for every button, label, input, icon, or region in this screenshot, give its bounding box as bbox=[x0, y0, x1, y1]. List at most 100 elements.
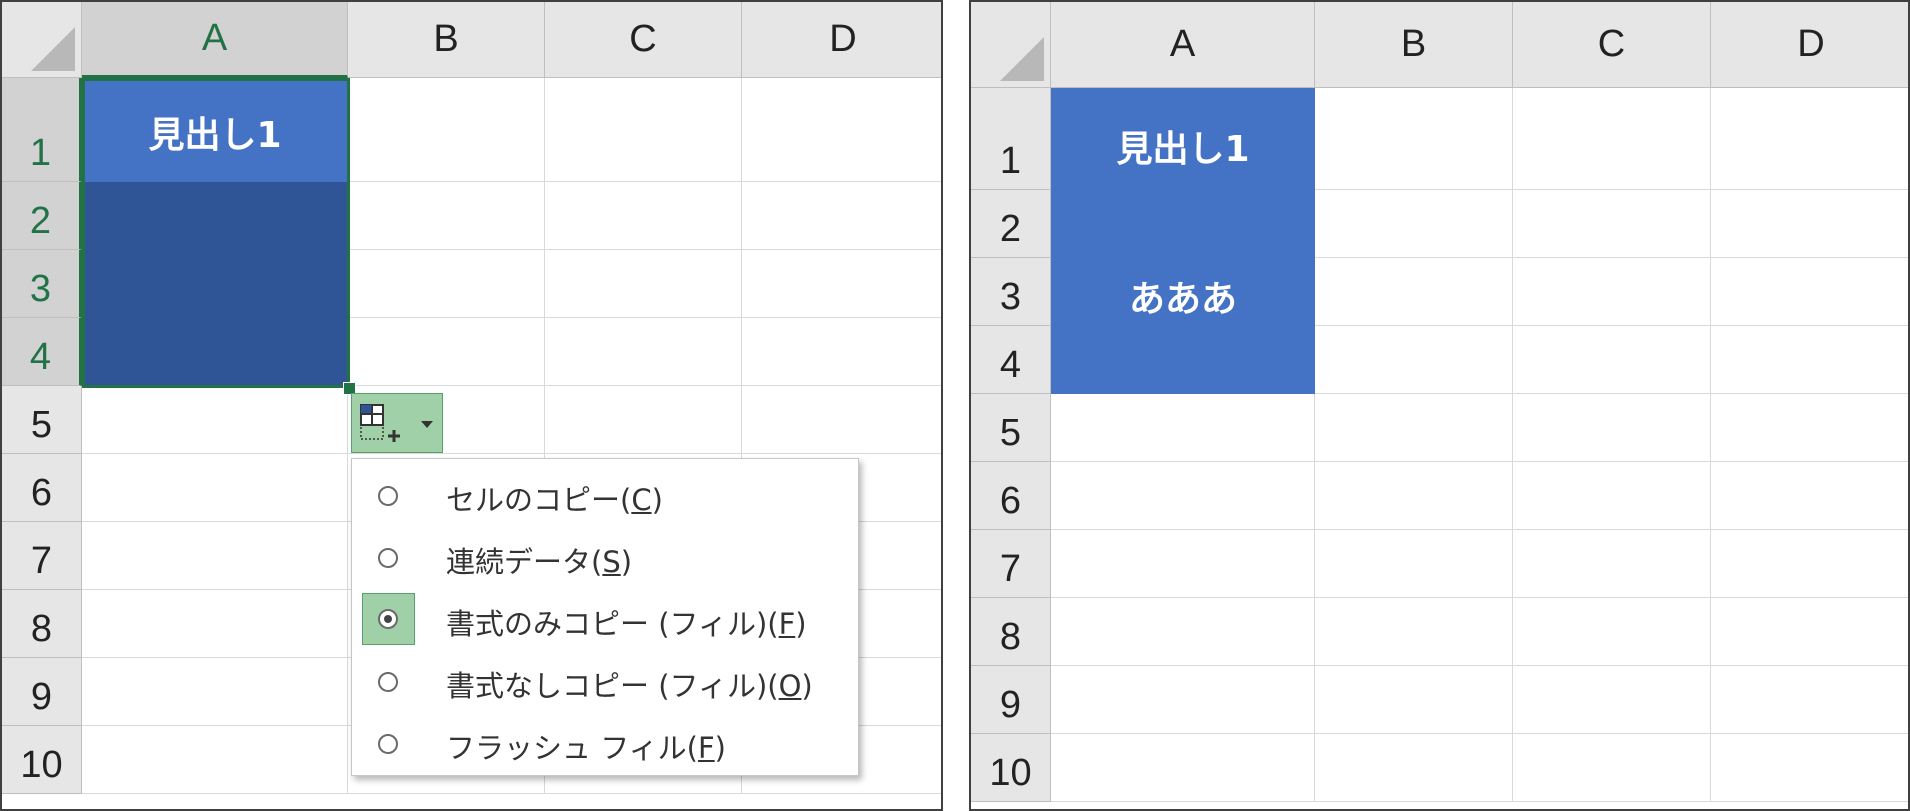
cell-d5[interactable] bbox=[1711, 394, 1908, 462]
radio-fill-without-formatting[interactable] bbox=[378, 672, 398, 692]
menu-item-copy-cells[interactable]: セルのコピー(C) bbox=[352, 469, 858, 521]
cell-d9[interactable] bbox=[1711, 666, 1908, 734]
cell-a8[interactable] bbox=[82, 590, 348, 658]
row-header-7[interactable]: 7 bbox=[971, 530, 1051, 598]
cell-b5[interactable] bbox=[1315, 394, 1513, 462]
cell-b10[interactable] bbox=[1315, 734, 1513, 802]
radio-fill-series[interactable] bbox=[378, 548, 398, 568]
cell-b3[interactable] bbox=[348, 250, 545, 318]
cell-c3[interactable] bbox=[1513, 258, 1711, 326]
cell-b7[interactable] bbox=[1315, 530, 1513, 598]
cell-c8[interactable] bbox=[1513, 598, 1711, 666]
cell-d8[interactable] bbox=[1711, 598, 1908, 666]
cell-b1[interactable] bbox=[1315, 88, 1513, 190]
row-header-10[interactable]: 10 bbox=[2, 726, 82, 794]
cell-b9[interactable] bbox=[1315, 666, 1513, 734]
row-header-5[interactable]: 5 bbox=[2, 386, 82, 454]
cell-a8[interactable] bbox=[1051, 598, 1315, 666]
radio-copy-cells[interactable] bbox=[378, 486, 398, 506]
cell-a5[interactable] bbox=[82, 386, 348, 454]
cell-d1[interactable] bbox=[742, 78, 941, 182]
row-header-5[interactable]: 5 bbox=[971, 394, 1051, 462]
select-all-corner[interactable] bbox=[971, 2, 1051, 88]
cell-b4[interactable] bbox=[1315, 326, 1513, 394]
menu-item-flash-fill[interactable]: フラッシュ フィル(F) bbox=[352, 717, 858, 769]
cell-c3[interactable] bbox=[545, 250, 742, 318]
cell-a10[interactable] bbox=[82, 726, 348, 794]
cell-a2-a4[interactable] bbox=[82, 182, 348, 386]
row-header-1[interactable]: 1 bbox=[2, 78, 82, 182]
cell-a9[interactable] bbox=[82, 658, 348, 726]
row-header-9[interactable]: 9 bbox=[2, 658, 82, 726]
cell-d7[interactable] bbox=[1711, 530, 1908, 598]
cell-a5[interactable] bbox=[1051, 394, 1315, 462]
cell-b1[interactable] bbox=[348, 78, 545, 182]
menu-item-fill-without-formatting[interactable]: 書式なしコピー (フィル)(O) bbox=[352, 655, 858, 707]
row-header-8[interactable]: 8 bbox=[971, 598, 1051, 666]
cell-c2[interactable] bbox=[1513, 190, 1711, 258]
row-header-3[interactable]: 3 bbox=[971, 258, 1051, 326]
cell-a6[interactable] bbox=[82, 454, 348, 522]
column-header-b[interactable]: B bbox=[348, 2, 545, 78]
cell-d3[interactable] bbox=[1711, 258, 1908, 326]
cell-a1[interactable]: 見出し1 bbox=[82, 78, 348, 182]
row-header-1[interactable]: 1 bbox=[971, 88, 1051, 190]
cell-d5[interactable] bbox=[742, 386, 941, 454]
cell-c6[interactable] bbox=[1513, 462, 1711, 530]
cell-d4[interactable] bbox=[1711, 326, 1908, 394]
cell-a10[interactable] bbox=[1051, 734, 1315, 802]
cell-b3[interactable] bbox=[1315, 258, 1513, 326]
cell-d3[interactable] bbox=[742, 250, 941, 318]
row-header-10[interactable]: 10 bbox=[971, 734, 1051, 802]
row-header-4[interactable]: 4 bbox=[2, 318, 82, 386]
row-header-6[interactable]: 6 bbox=[971, 462, 1051, 530]
column-header-d[interactable]: D bbox=[1711, 2, 1908, 88]
row-header-2[interactable]: 2 bbox=[2, 182, 82, 250]
column-header-a[interactable]: A bbox=[1051, 2, 1315, 88]
autofill-options-button[interactable] bbox=[351, 393, 443, 453]
cell-d6[interactable] bbox=[1711, 462, 1908, 530]
cell-a7[interactable] bbox=[82, 522, 348, 590]
cell-d1[interactable] bbox=[1711, 88, 1908, 190]
cell-d2[interactable] bbox=[1711, 190, 1908, 258]
column-header-c[interactable]: C bbox=[545, 2, 742, 78]
select-all-corner[interactable] bbox=[2, 2, 82, 78]
radio-flash-fill[interactable] bbox=[378, 734, 398, 754]
cell-a9[interactable] bbox=[1051, 666, 1315, 734]
radio-fill-formatting-only[interactable] bbox=[378, 609, 398, 629]
row-header-3[interactable]: 3 bbox=[2, 250, 82, 318]
cell-c1[interactable] bbox=[545, 78, 742, 182]
row-header-6[interactable]: 6 bbox=[2, 454, 82, 522]
cell-c7[interactable] bbox=[1513, 530, 1711, 598]
cell-d4[interactable] bbox=[742, 318, 941, 386]
row-header-9[interactable]: 9 bbox=[971, 666, 1051, 734]
cell-d10[interactable] bbox=[1711, 734, 1908, 802]
row-header-8[interactable]: 8 bbox=[2, 590, 82, 658]
cell-c5[interactable] bbox=[545, 386, 742, 454]
cell-c1[interactable] bbox=[1513, 88, 1711, 190]
cell-c2[interactable] bbox=[545, 182, 742, 250]
cell-c4[interactable] bbox=[1513, 326, 1711, 394]
row-header-7[interactable]: 7 bbox=[2, 522, 82, 590]
cell-a1-a4-block[interactable]: 見出し1 あああ bbox=[1051, 88, 1315, 394]
column-header-c[interactable]: C bbox=[1513, 2, 1711, 88]
menu-item-fill-series[interactable]: 連続データ(S) bbox=[352, 531, 858, 583]
cell-b8[interactable] bbox=[1315, 598, 1513, 666]
column-header-d[interactable]: D bbox=[742, 2, 941, 78]
column-header-b[interactable]: B bbox=[1315, 2, 1513, 88]
cell-b4[interactable] bbox=[348, 318, 545, 386]
menu-item-fill-formatting-only[interactable]: 書式のみコピー (フィル)(F) bbox=[352, 593, 858, 645]
cell-c5[interactable] bbox=[1513, 394, 1711, 462]
row-header-4[interactable]: 4 bbox=[971, 326, 1051, 394]
cell-c9[interactable] bbox=[1513, 666, 1711, 734]
row-header-2[interactable]: 2 bbox=[971, 190, 1051, 258]
cell-c10[interactable] bbox=[1513, 734, 1711, 802]
cell-a7[interactable] bbox=[1051, 530, 1315, 598]
cell-a6[interactable] bbox=[1051, 462, 1315, 530]
cell-b2[interactable] bbox=[1315, 190, 1513, 258]
cell-c4[interactable] bbox=[545, 318, 742, 386]
cell-d2[interactable] bbox=[742, 182, 941, 250]
cell-b6[interactable] bbox=[1315, 462, 1513, 530]
column-header-a[interactable]: A bbox=[82, 2, 348, 78]
cell-b2[interactable] bbox=[348, 182, 545, 250]
